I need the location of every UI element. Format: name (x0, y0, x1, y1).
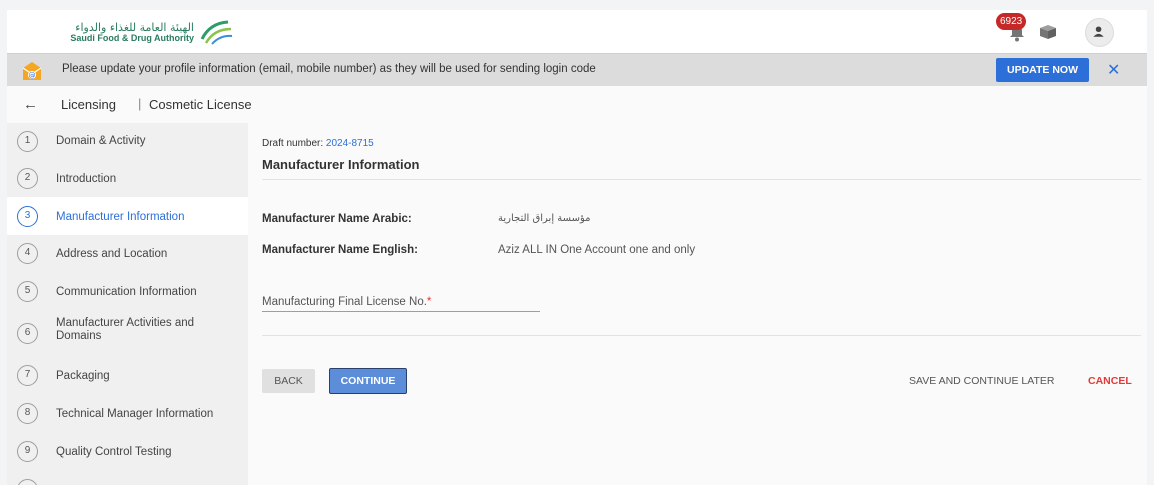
step-next-partial[interactable] (7, 470, 248, 485)
cancel-button[interactable]: CANCEL (1088, 375, 1132, 387)
close-icon[interactable]: ✕ (1107, 60, 1120, 80)
step-label: Manufacturer Activities and Domains (56, 317, 195, 342)
step-manufacturer-activities[interactable]: 6 Manufacturer Activities and Domains (7, 310, 248, 358)
step-number: 2 (17, 168, 38, 189)
step-number: 4 (17, 243, 38, 264)
step-manufacturer-information[interactable]: 3 Manufacturer Information (7, 197, 248, 235)
step-number: 7 (17, 365, 38, 386)
step-label: Domain & Activity (56, 135, 146, 147)
banner-message: Please update your profile information (… (62, 63, 596, 75)
step-address-location[interactable]: 4 Address and Location (7, 235, 248, 272)
step-label: Technical Manager Information (56, 408, 214, 420)
svg-text:@: @ (29, 72, 36, 80)
step-quality-control-testing[interactable]: 9 Quality Control Testing (7, 432, 248, 470)
breadcrumb-separator: | (138, 96, 142, 111)
manufacturer-name-english-label: Manufacturer Name English: (262, 244, 418, 256)
step-communication-information[interactable]: 5 Communication Information (7, 272, 248, 310)
user-icon (1093, 26, 1104, 37)
step-number (17, 479, 38, 485)
sfda-logo-icon (200, 20, 233, 45)
user-avatar[interactable] (1085, 18, 1114, 47)
top-header: الهيئة العامة للغذاء والدواء Saudi Food … (7, 10, 1147, 53)
main-content: Draft number: 2024-8715 Manufacturer Inf… (248, 123, 1147, 485)
license-number-label: Manufacturing Final License No. (262, 296, 427, 308)
manufacturer-name-arabic-label: Manufacturer Name Arabic: (262, 213, 412, 225)
breadcrumb-current-page: Cosmetic License (149, 97, 252, 112)
step-label: Communication Information (56, 286, 197, 298)
step-label: Quality Control Testing (56, 446, 172, 458)
draft-label: Draft number: (262, 138, 324, 149)
step-label: Manufacturer Information (56, 211, 185, 223)
manufacturer-name-english-value: Aziz ALL IN One Account one and only (498, 244, 696, 256)
step-domain-activity[interactable]: 1 Domain & Activity (7, 123, 248, 160)
step-number: 3 (17, 206, 38, 227)
continue-button[interactable]: CONTINUE (329, 368, 407, 394)
step-number: 9 (17, 441, 38, 462)
step-label: Introduction (56, 173, 117, 185)
step-number: 1 (17, 131, 38, 152)
breadcrumb-licensing[interactable]: Licensing (61, 97, 116, 112)
step-label: Address and Location (56, 248, 168, 260)
required-mark: * (426, 296, 432, 308)
step-packaging[interactable]: 7 Packaging (7, 358, 248, 395)
step-introduction[interactable]: 2 Introduction (7, 160, 248, 197)
steps-sidebar: 1 Domain & Activity 2 Introduction 3 Man… (7, 123, 248, 485)
breadcrumb: ← Licensing | Cosmetic License (7, 86, 1147, 123)
email-notice-icon: @ (22, 62, 42, 80)
license-number-input-underline[interactable] (262, 311, 540, 312)
step-number: 5 (17, 281, 38, 302)
back-button[interactable]: BACK (262, 369, 315, 393)
divider (262, 179, 1141, 180)
profile-update-banner: @ Please update your profile information… (7, 53, 1147, 86)
step-technical-manager[interactable]: 8 Technical Manager Information (7, 395, 248, 432)
license-number-field[interactable]: Manufacturing Final License No.* (262, 296, 431, 308)
notification-badge[interactable]: 6923 (996, 13, 1027, 30)
logo-english-text: Saudi Food & Drug Authority (70, 33, 194, 43)
save-continue-later-button[interactable]: SAVE AND CONTINUE LATER (909, 375, 1054, 387)
draft-info: Draft number: 2024-8715 (262, 138, 374, 149)
app-window: الهيئة العامة للغذاء والدواء Saudi Food … (7, 10, 1147, 485)
manufacturer-name-arabic-value: مؤسسة إبراق التجارية (498, 213, 591, 224)
back-arrow-icon[interactable]: ← (23, 96, 38, 113)
step-number: 8 (17, 403, 38, 424)
step-label: Packaging (56, 370, 110, 382)
update-now-button[interactable]: UPDATE NOW (996, 58, 1089, 82)
box-icon[interactable] (1039, 25, 1057, 39)
divider (262, 335, 1141, 336)
step-number: 6 (17, 323, 38, 344)
draft-number: 2024-8715 (325, 138, 374, 149)
section-title: Manufacturer Information (262, 157, 420, 172)
sfda-logo[interactable]: الهيئة العامة للغذاء والدواء Saudi Food … (44, 19, 234, 45)
